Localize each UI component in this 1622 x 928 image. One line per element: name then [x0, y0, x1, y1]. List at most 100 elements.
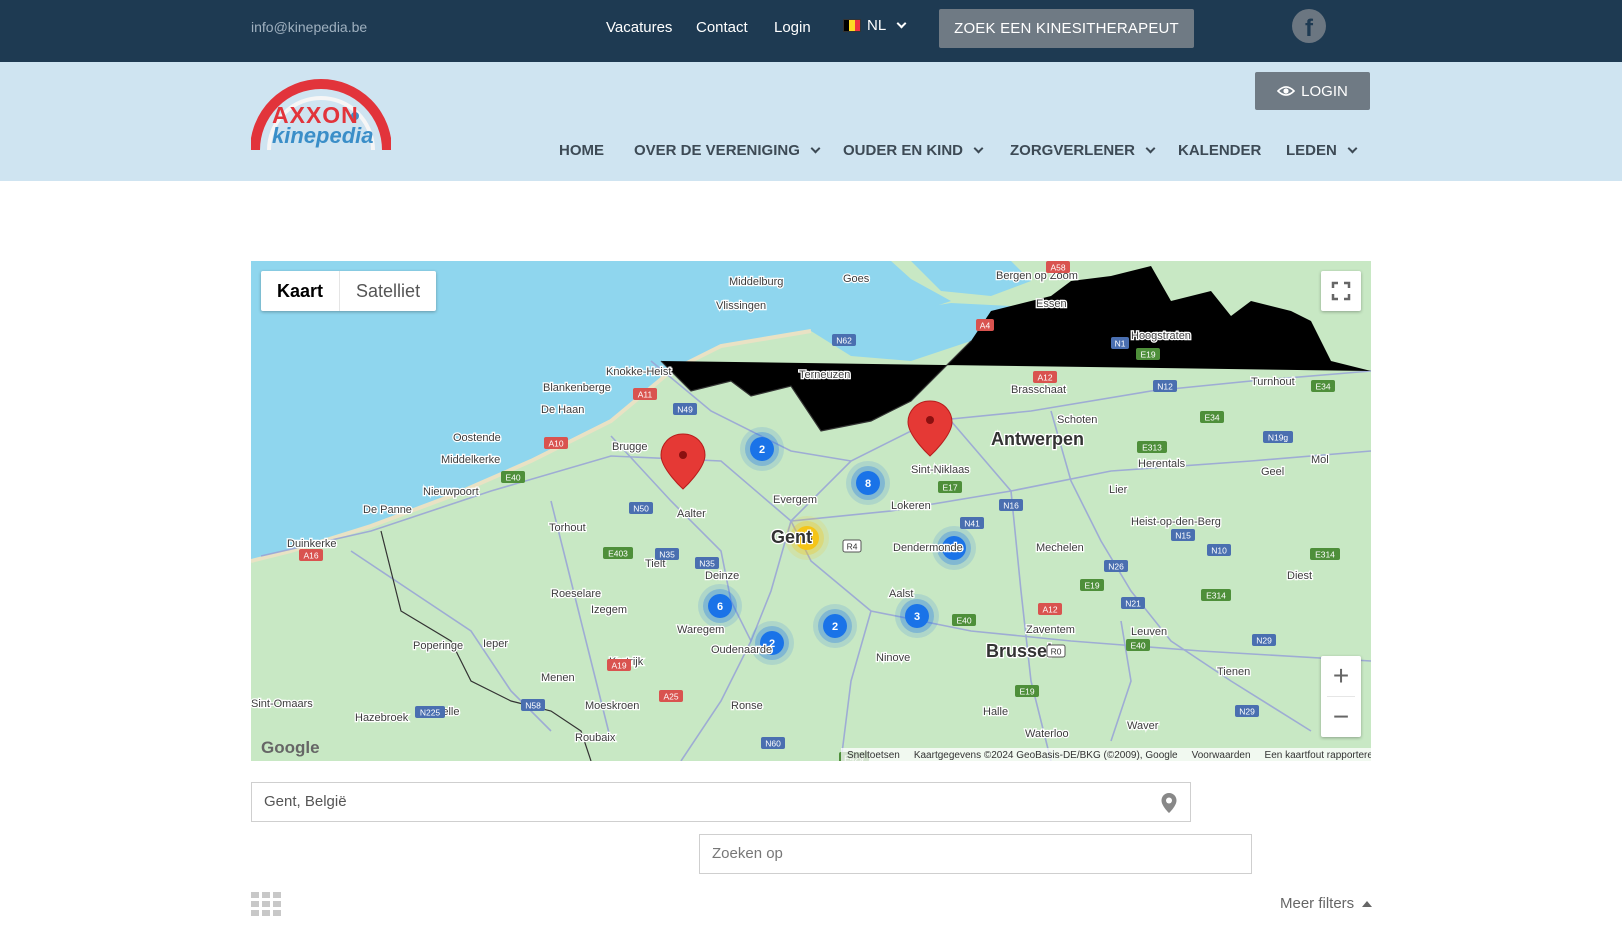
facebook-icon[interactable]: f	[1292, 9, 1326, 43]
svg-text:N35: N35	[699, 559, 715, 569]
language-selector[interactable]: NL	[843, 17, 907, 34]
road-shield: N1	[1111, 337, 1129, 349]
road-shield: N26	[1104, 560, 1128, 572]
road-shield: A16	[299, 549, 323, 561]
therapist-map[interactable]: 2 8 16 5 6 2 2 3 Middelburg Goes Bergen op Zoom Es…	[251, 261, 1371, 761]
place-label: Ninove	[876, 652, 910, 664]
place-label: Oudenaarde	[711, 644, 772, 656]
road-shield: N49	[673, 403, 697, 415]
svg-text:A19: A19	[611, 661, 626, 671]
topnav-contact[interactable]: Contact	[696, 19, 748, 36]
road-shield: E17	[938, 481, 962, 493]
svg-text:N225: N225	[420, 708, 441, 718]
map-marker-red[interactable]	[907, 400, 953, 457]
road-shield: N10	[1207, 544, 1231, 556]
road-shield: E19	[1136, 348, 1160, 360]
marker-cluster[interactable]: 2	[740, 427, 784, 471]
place-label: Brussel	[986, 641, 1052, 661]
place-label: Ronse	[731, 700, 763, 712]
location-input[interactable]: Gent, België	[251, 782, 1191, 822]
road-shield: N29	[1252, 634, 1276, 646]
svg-text:A12: A12	[1042, 605, 1057, 615]
place-label: Waver	[1127, 720, 1159, 732]
nav-zorgverlener[interactable]: ZORGVERLENER	[1010, 142, 1156, 159]
place-label: Roubaix	[575, 732, 616, 744]
nav-over-de-vereniging[interactable]: OVER DE VERENIGING	[634, 142, 821, 159]
place-label: Sint-Omaars	[251, 698, 313, 710]
topnav-vacatures[interactable]: Vacatures	[606, 19, 672, 36]
contact-email[interactable]: info@kinepedia.be	[251, 19, 367, 35]
place-label: Dendermonde	[893, 542, 963, 554]
place-label: Aalter	[677, 508, 706, 520]
grid-view-icon[interactable]	[251, 892, 281, 916]
attribution-terms[interactable]: Voorwaarden	[1192, 750, 1251, 761]
marker-cluster[interactable]: 2	[813, 604, 857, 648]
map-type-kaart[interactable]: Kaart	[261, 271, 339, 311]
nav-ouder-en-kind[interactable]: OUDER EN KIND	[843, 142, 984, 159]
road-shield: A4	[976, 319, 994, 331]
place-label: Blankenberge	[543, 382, 611, 394]
road-shield: N12	[1153, 380, 1177, 392]
svg-text:N1: N1	[1115, 339, 1126, 349]
marker-cluster[interactable]: 2	[750, 621, 794, 665]
marker-cluster[interactable]: 6	[698, 584, 742, 628]
search-input[interactable]: Zoeken op	[699, 834, 1252, 874]
map-marker-red[interactable]	[660, 433, 706, 490]
fullscreen-button[interactable]	[1321, 271, 1361, 311]
marker-cluster[interactable]: 3	[895, 594, 939, 638]
caret-up-icon	[1362, 900, 1373, 907]
marker-cluster[interactable]: 8	[846, 461, 890, 505]
place-label: Diest	[1287, 570, 1312, 582]
place-label: Oostende	[453, 432, 501, 444]
road-shield: N225	[415, 706, 445, 718]
nav-kalender[interactable]: KALENDER	[1178, 142, 1261, 159]
place-label: Essen	[1036, 298, 1067, 310]
svg-text:A12: A12	[1037, 373, 1052, 383]
attribution-shortcuts[interactable]: Sneltoetsen	[847, 750, 900, 761]
place-label: Geel	[1261, 466, 1284, 478]
language-label: NL	[867, 17, 887, 34]
place-label: Herentals	[1138, 458, 1186, 470]
eye-icon	[1277, 86, 1296, 96]
svg-text:N49: N49	[677, 405, 693, 415]
svg-text:N16: N16	[1003, 501, 1019, 511]
nav-leden[interactable]: LEDEN	[1286, 142, 1358, 159]
place-label: Ieper	[483, 638, 508, 650]
google-logo[interactable]: Google	[261, 738, 320, 758]
place-label: Waregem	[677, 624, 724, 636]
zoom-in-button[interactable]: +	[1321, 656, 1361, 696]
place-label: Heist-op-den-Berg	[1131, 516, 1221, 528]
more-filters-toggle[interactable]: Meer filters	[1280, 895, 1373, 912]
nav-home[interactable]: HOME	[559, 142, 604, 159]
svg-text:E19: E19	[1084, 581, 1099, 591]
chevron-down-icon	[973, 143, 984, 154]
map-type-satelliet[interactable]: Satelliet	[339, 271, 436, 311]
svg-text:N50: N50	[633, 504, 649, 514]
place-label: Middelburg	[729, 276, 783, 288]
road-shield: N35	[655, 548, 679, 560]
road-shield: E40	[1126, 639, 1150, 651]
place-label: Brasschaat	[1011, 384, 1066, 396]
topnav-login[interactable]: Login	[774, 19, 811, 36]
road-shield: E313	[1137, 441, 1167, 453]
belgian-flag-icon	[843, 19, 861, 32]
login-label: LOGIN	[1301, 82, 1348, 100]
location-pin-icon[interactable]	[1160, 792, 1178, 814]
place-label: Roeselare	[551, 588, 601, 600]
zoom-out-button[interactable]: −	[1321, 697, 1361, 737]
road-shield: E314	[1201, 589, 1231, 601]
find-therapist-button[interactable]: ZOEK EEN KINESITHERAPEUT	[939, 9, 1194, 48]
place-label: Vlissingen	[716, 300, 766, 312]
member-login-button[interactable]: LOGIN	[1255, 72, 1370, 110]
place-label: Izegem	[591, 604, 627, 616]
chevron-down-icon	[896, 18, 907, 29]
attribution-report[interactable]: Een kaartfout rapporteren	[1265, 750, 1371, 761]
place-label: Brugge	[612, 441, 647, 453]
plus-icon: +	[1332, 660, 1350, 691]
svg-text:R0: R0	[1051, 647, 1062, 657]
place-label: Poperinge	[413, 640, 463, 652]
place-label: Aalst	[889, 588, 913, 600]
map-canvas[interactable]: 281656223 Middelburg Goes Bergen op ZoomEs…	[251, 261, 1371, 761]
road-shield: E19	[1015, 685, 1039, 697]
road-shield: E403	[603, 547, 633, 559]
